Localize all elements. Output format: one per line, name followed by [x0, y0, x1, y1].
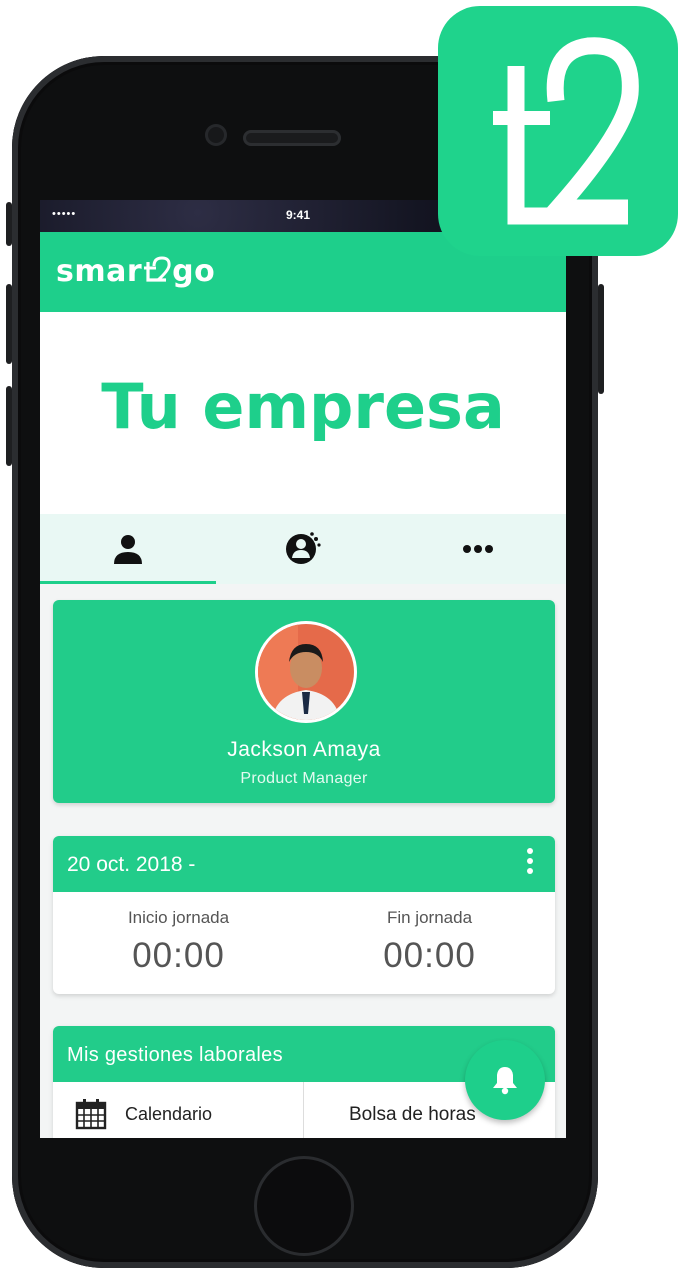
hours-bank-item[interactable]: Bolsa de horas — [349, 1104, 476, 1126]
workday-card-header: 20 oct. 2018 - — [53, 836, 555, 892]
person-icon — [113, 535, 142, 564]
brand-prefix: smar — [56, 254, 143, 289]
start-value: 00:00 — [132, 936, 225, 975]
calendar-icon — [75, 1099, 107, 1130]
power-button — [598, 284, 604, 394]
t2-logo-icon — [493, 37, 639, 225]
divider — [303, 1082, 304, 1138]
signal-indicator: ••••• — [52, 208, 77, 220]
phone-screen: ••••• 9:41 smar go Tu empresa Jackson Am… — [40, 200, 566, 1138]
gestiones-title: Mis gestiones laborales — [67, 1044, 283, 1066]
kebab-menu-icon[interactable] — [527, 848, 533, 880]
more-icon — [462, 545, 493, 553]
page-title: Tu empresa — [101, 370, 505, 443]
brand-logo: smar go — [56, 254, 215, 289]
volume-down-button — [6, 386, 12, 466]
workday-start[interactable]: Inicio jornada 00:00 — [53, 908, 304, 976]
profile-name: Jackson Amaya — [227, 738, 381, 761]
workday-date[interactable]: 20 oct. 2018 - — [67, 853, 195, 877]
avatar-photo — [258, 624, 354, 720]
brand-t2-mark — [144, 256, 171, 282]
tab-team[interactable] — [215, 514, 390, 584]
team-icon — [285, 532, 321, 564]
end-value: 00:00 — [383, 936, 476, 975]
notifications-button[interactable] — [465, 1040, 545, 1120]
active-tab-indicator — [40, 581, 216, 584]
avatar[interactable] — [258, 624, 354, 720]
brand-suffix: go — [172, 254, 216, 289]
earpiece-speaker — [243, 130, 341, 146]
calendar-item[interactable]: Calendario — [75, 1098, 212, 1130]
front-camera — [205, 124, 227, 146]
mute-switch — [6, 202, 12, 246]
tab-profile[interactable] — [40, 514, 215, 584]
tab-bar — [40, 514, 566, 584]
home-button[interactable] — [254, 1156, 354, 1256]
volume-up-button — [6, 284, 12, 364]
profile-role: Product Manager — [240, 770, 368, 787]
hero-section: Tu empresa — [40, 312, 566, 514]
start-label: Inicio jornada — [127, 908, 230, 927]
status-time: 9:41 — [286, 208, 311, 222]
profile-card[interactable]: Jackson Amaya Product Manager — [53, 600, 555, 803]
bell-icon — [493, 1067, 517, 1095]
app-logo-badge — [438, 6, 678, 256]
workday-end[interactable]: Fin jornada 00:00 — [304, 908, 555, 976]
workday-card: 20 oct. 2018 - Inicio jornada 00:00 Fin … — [53, 836, 555, 994]
end-label: Fin jornada — [386, 908, 473, 927]
calendar-label: Calendario — [125, 1103, 213, 1124]
tab-more[interactable] — [390, 514, 565, 584]
